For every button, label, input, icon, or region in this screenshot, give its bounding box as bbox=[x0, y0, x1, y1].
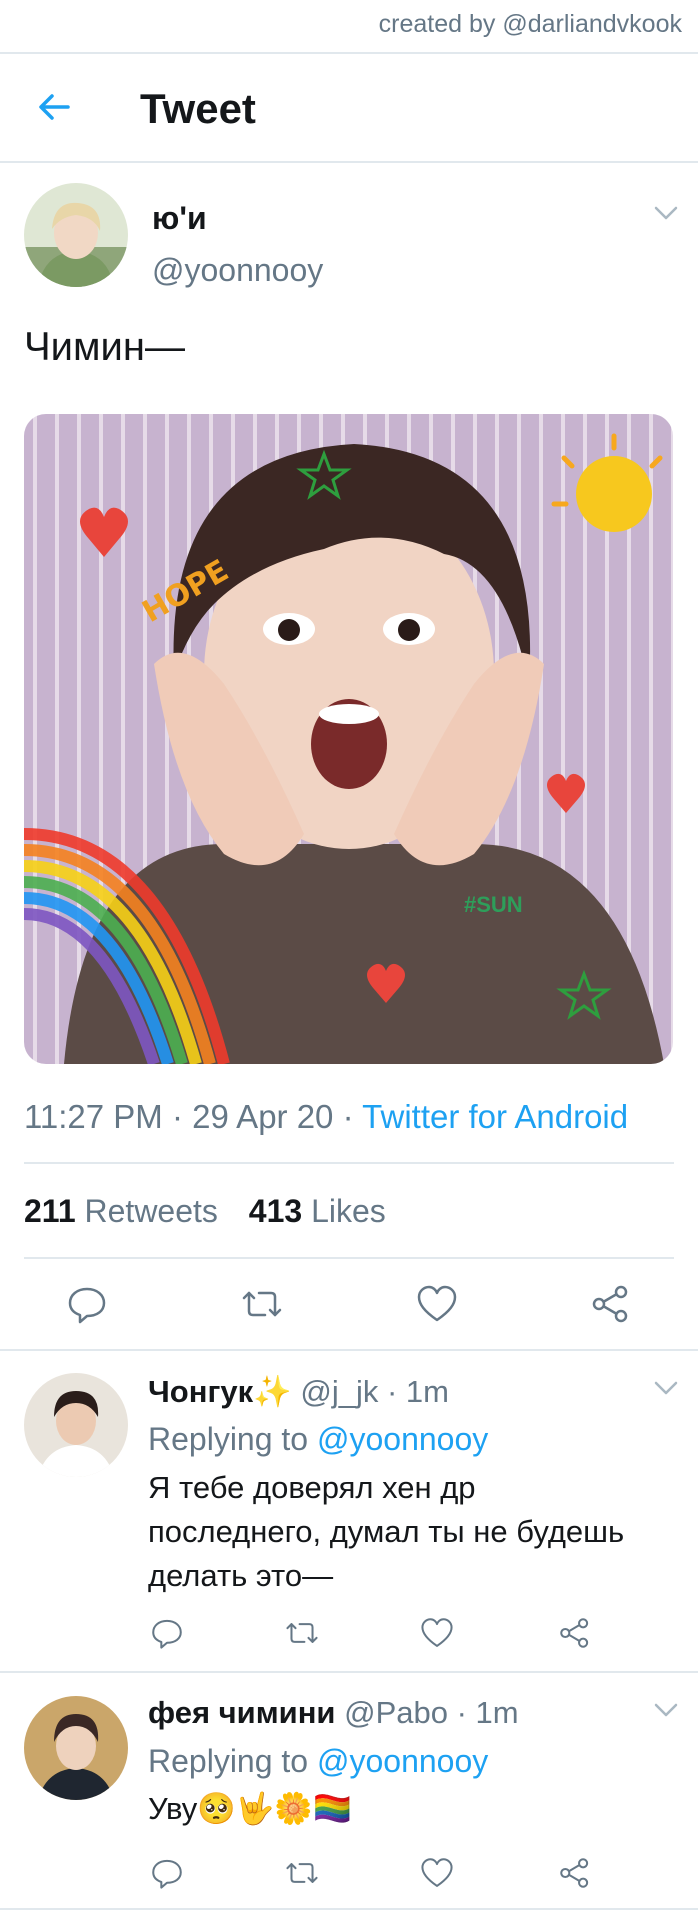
retweet-icon[interactable] bbox=[285, 1856, 319, 1890]
retweets-stat[interactable]: 211 Retweets bbox=[24, 1193, 218, 1229]
reply-avatar[interactable] bbox=[24, 1373, 128, 1477]
like-heart-icon[interactable] bbox=[416, 1283, 458, 1325]
tweet-timestamp: 11:27 PM · 29 Apr 20 · Twitter for Andro… bbox=[24, 1098, 628, 1136]
author-avatar[interactable] bbox=[24, 183, 128, 287]
share-icon[interactable] bbox=[558, 1616, 592, 1650]
reply-text-line: последнего, думал ты не будешь bbox=[148, 1514, 625, 1549]
reply-author-handle[interactable]: @j_jk bbox=[300, 1374, 378, 1409]
replying-to: Replying to @yoonnooy bbox=[148, 1421, 488, 1458]
tweet-text: Чимин— bbox=[24, 325, 185, 369]
chevron-down-icon[interactable] bbox=[652, 203, 680, 223]
tweet-stats: 211 Retweets 413 Likes bbox=[24, 1193, 386, 1230]
reply-author-handle[interactable]: @Pabo bbox=[344, 1695, 448, 1730]
reply-text: Уву🥺🤟🌼🏳️‍🌈 bbox=[148, 1787, 688, 1831]
reply-icon[interactable] bbox=[150, 1856, 184, 1890]
reply-header: Чонгук✨ @j_jk · 1m bbox=[148, 1373, 449, 1410]
reply-icon[interactable] bbox=[150, 1616, 184, 1650]
reply-text-line: делать это— bbox=[148, 1558, 334, 1593]
header-divider bbox=[0, 161, 698, 163]
chevron-down-icon[interactable] bbox=[652, 1378, 680, 1398]
page-title: Tweet bbox=[140, 85, 256, 132]
stats-divider bbox=[24, 1257, 674, 1259]
replying-to-link[interactable]: @yoonnooy bbox=[317, 1421, 488, 1457]
like-heart-icon[interactable] bbox=[420, 1856, 454, 1890]
tweet-image[interactable]: HOPE #SUN bbox=[24, 414, 673, 1064]
share-icon[interactable] bbox=[590, 1283, 632, 1325]
sun-doodle: #SUN bbox=[464, 892, 523, 917]
author-handle[interactable]: @yoonnooy bbox=[152, 252, 323, 289]
likes-count: 413 bbox=[248, 1193, 303, 1229]
likes-label: Likes bbox=[311, 1193, 386, 1229]
reply-author-name: фея чимини bbox=[148, 1695, 336, 1730]
replying-to-label: Replying to bbox=[148, 1421, 309, 1457]
back-arrow-icon[interactable] bbox=[34, 87, 74, 127]
meta-divider bbox=[24, 1162, 674, 1164]
likes-stat[interactable]: 413 Likes bbox=[249, 1193, 386, 1229]
reply-text: Я тебе доверял хен др последнего, думал … bbox=[148, 1466, 688, 1598]
replying-to-link[interactable]: @yoonnooy bbox=[317, 1743, 488, 1779]
retweets-count: 211 bbox=[24, 1193, 76, 1229]
watermark-text: created by @darliandvkook bbox=[378, 10, 682, 38]
actions-divider bbox=[0, 1349, 698, 1351]
reply-divider bbox=[0, 1671, 698, 1673]
reply-time: · 1m bbox=[456, 1695, 519, 1730]
bottom-divider bbox=[0, 1908, 698, 1910]
like-heart-icon[interactable] bbox=[420, 1616, 454, 1650]
reply-header: фея чимини @Pabo · 1m bbox=[148, 1695, 519, 1731]
chevron-down-icon[interactable] bbox=[652, 1700, 680, 1720]
tweet-source-link[interactable]: Twitter for Android bbox=[362, 1098, 628, 1135]
author-name: ю'и bbox=[152, 200, 207, 236]
reply-text-line: Уву🥺🤟🌼🏳️‍🌈 bbox=[148, 1791, 352, 1826]
tweet-time: 11:27 PM · 29 Apr 20 · bbox=[24, 1098, 354, 1135]
reply-time: · 1m bbox=[386, 1374, 449, 1409]
retweets-label: Retweets bbox=[84, 1193, 218, 1229]
reply-author-name: Чонгук✨ bbox=[148, 1374, 292, 1409]
top-divider bbox=[0, 52, 698, 54]
reply-avatar[interactable] bbox=[24, 1696, 128, 1800]
app-header: Tweet bbox=[0, 55, 698, 163]
share-icon[interactable] bbox=[558, 1856, 592, 1890]
retweet-icon[interactable] bbox=[285, 1616, 319, 1650]
tweet-photo bbox=[24, 414, 673, 1064]
replying-to: Replying to @yoonnooy bbox=[148, 1743, 488, 1780]
reply-text-line: Я тебе доверял хен др bbox=[148, 1470, 476, 1505]
replying-to-label: Replying to bbox=[148, 1743, 309, 1779]
retweet-icon[interactable] bbox=[241, 1283, 283, 1325]
reply-icon[interactable] bbox=[66, 1283, 108, 1325]
